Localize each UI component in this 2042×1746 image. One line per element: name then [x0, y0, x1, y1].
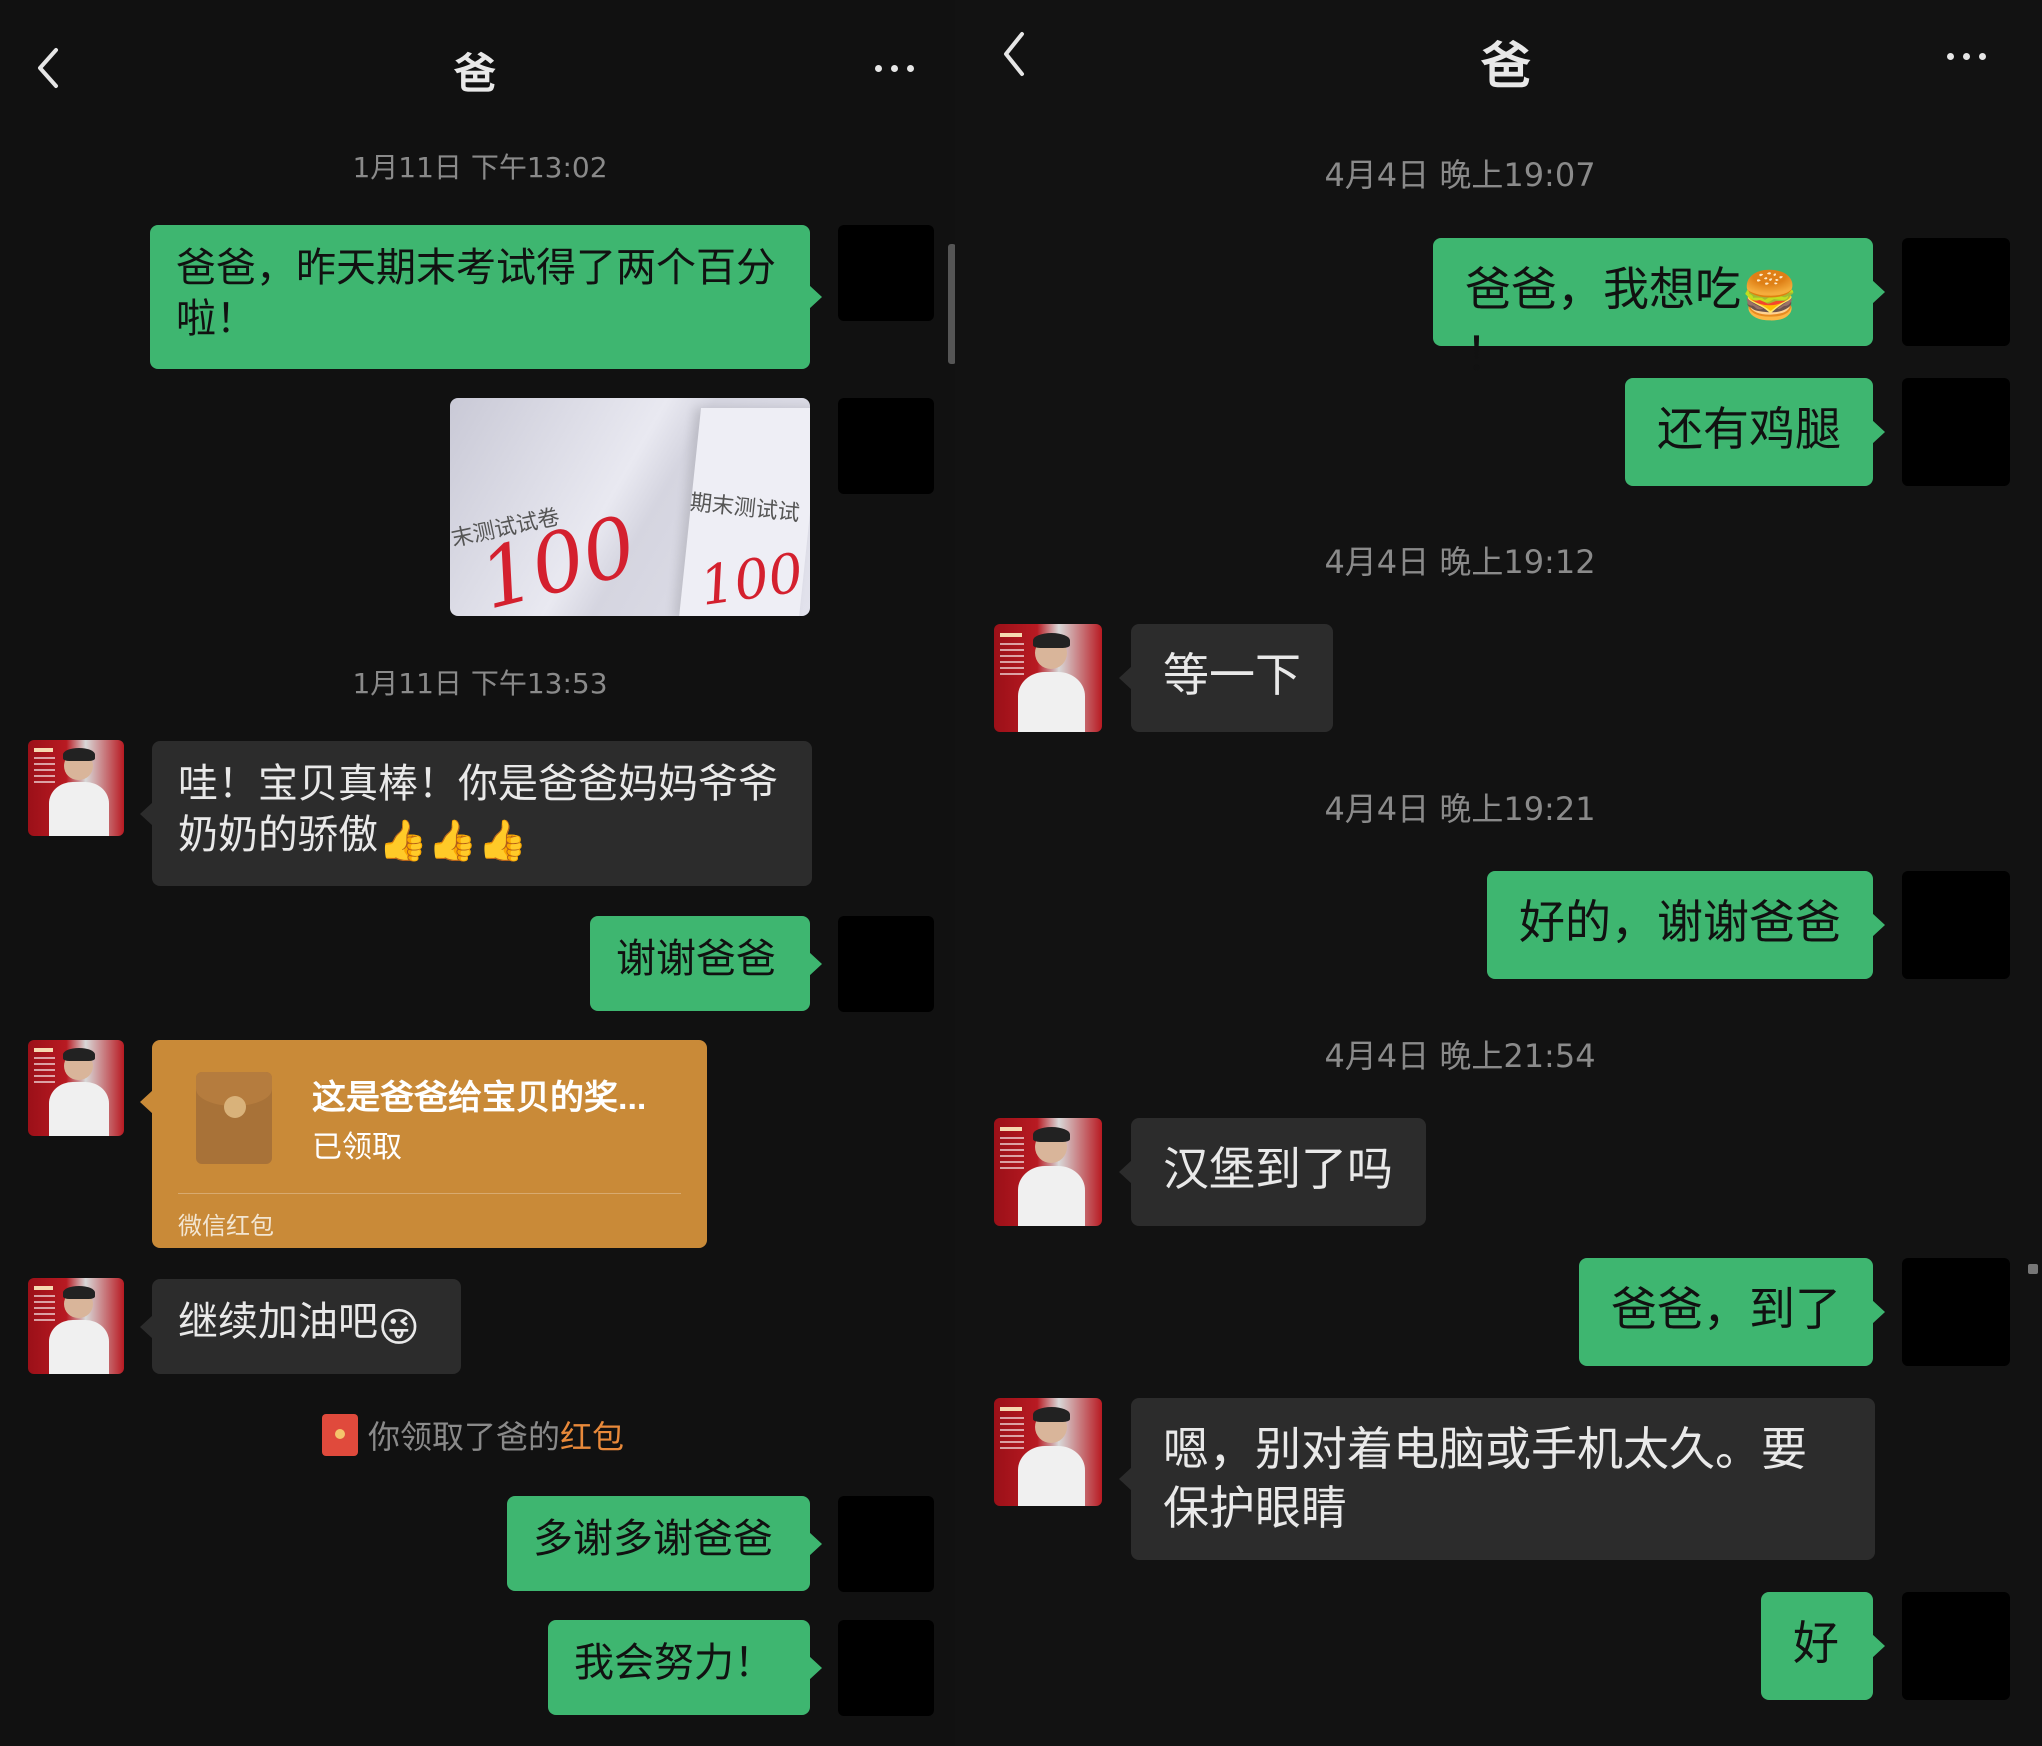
timestamp: 4月4日 晚上19:21 [1324, 790, 1596, 828]
message-text: 汉堡到了吗 [1163, 1143, 1393, 1195]
chevron-left-icon [38, 48, 58, 88]
timestamp: 4月4日 晚上19:07 [1324, 156, 1596, 194]
chevron-left-icon [1004, 32, 1024, 76]
sent-message[interactable]: 好 [1761, 1592, 1885, 1700]
red-packet-link[interactable]: 红包 [560, 1412, 624, 1458]
message-text: 好的，谢谢爸爸 [1519, 896, 1841, 948]
sent-message[interactable]: 爸爸，昨天期末考试得了两个百分啦！ [150, 225, 822, 369]
message-text: 还有鸡腿 [1657, 403, 1841, 455]
message-text: 爸爸，我想吃 [1465, 263, 1741, 315]
red-envelope-icon [196, 1072, 272, 1164]
scrollbar[interactable] [948, 244, 955, 364]
dad-avatar[interactable] [28, 1040, 124, 1136]
divider [178, 1193, 681, 1194]
sent-message[interactable]: 爸爸，我想吃🍔 ！ [1433, 238, 1885, 380]
more-dots-icon [1946, 52, 1954, 60]
right-chat-screen: 爸 4月4日 晚上19:07 爸爸，我想吃🍔 ！ 还有鸡腿 4月4日 晚上19:1… [960, 0, 2042, 1746]
received-message[interactable]: 嗯，别对着电脑或手机太久。要保护眼睛 [1119, 1398, 1875, 1560]
message-text: 谢谢爸爸 [616, 937, 776, 981]
dad-avatar[interactable] [994, 1398, 1102, 1506]
red-packet-status: 已领取 [312, 1131, 402, 1164]
my-avatar[interactable] [1902, 871, 2010, 979]
my-avatar[interactable] [838, 1620, 934, 1716]
sent-message[interactable]: 爸爸，到了 [1579, 1258, 1885, 1366]
my-avatar[interactable] [1902, 1592, 2010, 1700]
message-text: 嗯，别对着电脑或手机太久。要保护眼睛 [1163, 1423, 1807, 1534]
red-packet-icon [322, 1414, 358, 1456]
dad-avatar[interactable] [28, 740, 124, 836]
back-button[interactable] [984, 24, 1044, 84]
sent-message[interactable]: 多谢多谢爸爸 [507, 1496, 822, 1591]
hamburger-emoji: 🍔 [1741, 269, 1799, 321]
exam-paper-photo[interactable]: 末测试试卷 期末测试试 100 100 [450, 398, 810, 616]
sent-message[interactable]: 好的，谢谢爸爸 [1487, 871, 1885, 979]
dad-avatar[interactable] [994, 1118, 1102, 1226]
red-packet-card[interactable]: 这是爸爸给宝贝的奖... 已领取 微信红包 [140, 1040, 707, 1248]
red-packet-footer: 微信红包 [178, 1213, 274, 1240]
left-chat-screen: 爸 1月11日 下午13:02 爸爸，昨天期末考试得了两个百分啦！ 末测试试卷 … [0, 0, 955, 1746]
received-message[interactable]: 等一下 [1119, 624, 1333, 732]
received-message[interactable]: 继续加油吧😜 [140, 1279, 461, 1374]
received-message[interactable]: 汉堡到了吗 [1119, 1118, 1426, 1226]
thumbs-up-emoji: 👍👍👍 [378, 819, 528, 864]
my-avatar[interactable] [1902, 1258, 2010, 1366]
chat-title: 爸 [453, 49, 496, 98]
received-message[interactable]: 哇！宝贝真棒！你是爸爸妈妈爷爷奶奶的骄傲👍👍👍 [140, 741, 812, 886]
my-avatar[interactable] [1902, 238, 2010, 346]
my-avatar[interactable] [1902, 378, 2010, 486]
red-packet-notice: 你领取了爸的 红包 [322, 1412, 624, 1458]
message-text: 好 [1793, 1617, 1839, 1669]
back-button[interactable] [18, 38, 78, 98]
winking-face-emoji: 😜 [378, 1306, 420, 1350]
scrollbar[interactable] [2028, 1264, 2038, 1274]
message-text: 爸爸，昨天期末考试得了两个百分啦！ [176, 246, 776, 342]
message-text: 我会努力！ [574, 1641, 774, 1685]
score-mark-right: 100 [696, 541, 807, 616]
more-options-button[interactable] [854, 48, 934, 88]
sent-message[interactable]: 谢谢爸爸 [590, 916, 822, 1011]
dad-avatar[interactable] [994, 624, 1102, 732]
sent-message[interactable]: 还有鸡腿 [1625, 378, 1885, 486]
more-options-button[interactable] [1926, 36, 2006, 76]
message-text: 等一下 [1163, 649, 1301, 701]
dad-avatar[interactable] [28, 1278, 124, 1374]
my-avatar[interactable] [838, 1496, 934, 1592]
red-packet-title: 这是爸爸给宝贝的奖... [312, 1079, 647, 1117]
message-text: 继续加油吧 [178, 1300, 378, 1344]
message-text: 爸爸，到了 [1611, 1283, 1841, 1335]
sent-message[interactable]: 我会努力！ [548, 1620, 822, 1715]
my-avatar[interactable] [838, 225, 934, 321]
message-text: 多谢多谢爸爸 [533, 1517, 773, 1561]
more-dots-icon [874, 64, 882, 72]
timestamp: 4月4日 晚上19:12 [1324, 543, 1596, 581]
chat-title: 爸 [1481, 37, 1531, 95]
timestamp: 1月11日 下午13:53 [352, 667, 608, 700]
my-avatar[interactable] [838, 398, 934, 494]
message-text-end: ！ [1465, 327, 1511, 380]
notice-text: 你领取了爸的 [368, 1419, 561, 1455]
timestamp: 4月4日 晚上21:54 [1324, 1037, 1596, 1075]
timestamp: 1月11日 下午13:02 [352, 151, 608, 184]
my-avatar[interactable] [838, 916, 934, 1012]
